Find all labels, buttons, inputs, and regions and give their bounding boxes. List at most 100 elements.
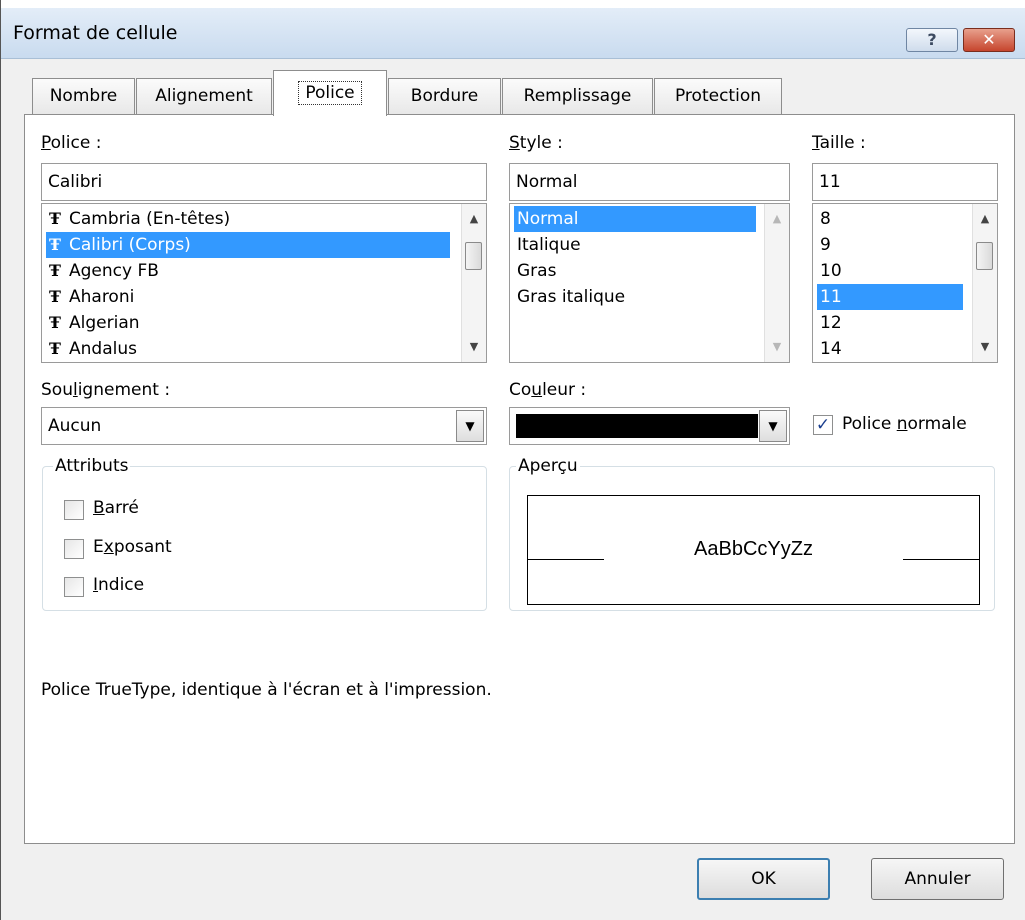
style-listbox[interactable]: Normal Italique Gras Gras italique ▲ ▼ bbox=[509, 203, 790, 363]
strikethrough-checkbox[interactable] bbox=[64, 500, 84, 520]
dialog-title: Format de cellule bbox=[13, 22, 178, 44]
title-bar[interactable]: Format de cellule ? ✕ bbox=[1, 8, 1025, 59]
cancel-button[interactable]: Annuler bbox=[871, 858, 1004, 900]
list-item-label: 11 bbox=[820, 287, 842, 307]
style-label: Style : bbox=[509, 133, 563, 153]
list-item[interactable]: Gras italique bbox=[514, 284, 756, 310]
style-label-text: tyle : bbox=[519, 133, 563, 153]
top-strip bbox=[1, 0, 1025, 8]
help-button[interactable]: ? bbox=[906, 28, 958, 52]
list-item[interactable]: Ŧ Cambria (En-têtes) bbox=[46, 206, 450, 232]
list-item-label: Gras italique bbox=[517, 287, 626, 307]
scrollbar-thumb[interactable] bbox=[976, 242, 993, 270]
ok-button[interactable]: OK bbox=[697, 858, 830, 900]
truetype-icon: Ŧ bbox=[49, 287, 61, 306]
scroll-up-icon[interactable]: ▲ bbox=[973, 208, 997, 230]
list-item-label: 12 bbox=[820, 313, 842, 333]
scroll-down-icon[interactable]: ▼ bbox=[462, 336, 486, 358]
list-item-label: 8 bbox=[820, 209, 831, 229]
tab-bordure[interactable]: Bordure bbox=[388, 78, 501, 114]
close-button[interactable]: ✕ bbox=[963, 28, 1015, 52]
list-item-selected[interactable]: 11 bbox=[817, 284, 963, 310]
font-style-input[interactable]: Normal bbox=[509, 163, 790, 201]
list-item[interactable]: 9 bbox=[817, 232, 963, 258]
subscript-label[interactable]: Indice bbox=[93, 575, 144, 595]
strikethrough-label[interactable]: Barré bbox=[93, 498, 139, 518]
list-item-label: Andalus bbox=[69, 339, 137, 359]
size-label: Taille : bbox=[812, 133, 866, 153]
font-scrollbar[interactable]: ▲ ▼ bbox=[461, 204, 486, 362]
font-description: Police TrueType, identique à l'écran et … bbox=[41, 680, 492, 700]
list-item-label: Calibri (Corps) bbox=[69, 235, 191, 255]
normal-font-checkbox[interactable]: ✓ bbox=[813, 415, 833, 435]
scroll-up-icon[interactable]: ▲ bbox=[765, 208, 789, 230]
font-size-input[interactable]: 11 bbox=[812, 163, 998, 201]
font-label-text: olice : bbox=[50, 133, 102, 153]
preview-baseline-right bbox=[903, 559, 979, 560]
list-item-selected[interactable]: Normal bbox=[514, 206, 756, 232]
help-icon: ? bbox=[927, 30, 937, 49]
tab-remplissage[interactable]: Remplissage bbox=[502, 78, 653, 114]
size-label-accesskey: T bbox=[812, 133, 820, 153]
scroll-down-icon[interactable]: ▼ bbox=[973, 336, 997, 358]
list-item[interactable]: Ŧ Aharoni bbox=[46, 284, 450, 310]
normal-font-label-accesskey: n bbox=[896, 414, 908, 434]
tab-nombre[interactable]: Nombre bbox=[32, 78, 135, 114]
list-item[interactable]: 8 bbox=[817, 206, 963, 232]
scroll-up-icon[interactable]: ▲ bbox=[462, 208, 486, 230]
chevron-down-icon[interactable]: ▼ bbox=[759, 410, 787, 442]
list-item[interactable]: Ŧ Agency FB bbox=[46, 258, 450, 284]
format-cells-dialog: Format de cellule ? ✕ Nombre Alignement … bbox=[0, 0, 1025, 920]
font-color-select[interactable]: ▼ bbox=[509, 407, 790, 445]
color-label-accesskey: u bbox=[531, 380, 543, 400]
list-item-selected[interactable]: Ŧ Calibri (Corps) bbox=[46, 232, 450, 258]
list-item[interactable]: Gras bbox=[514, 258, 756, 284]
font-name-input[interactable]: Calibri bbox=[41, 163, 487, 201]
superscript-checkbox[interactable] bbox=[64, 539, 84, 559]
superscript-label-before: E bbox=[93, 537, 104, 557]
style-label-accesskey: S bbox=[509, 133, 520, 153]
truetype-icon: Ŧ bbox=[49, 235, 61, 254]
size-listbox[interactable]: 8 9 10 11 12 14 ▲ ▼ bbox=[812, 203, 998, 363]
tab-label: Nombre bbox=[49, 86, 118, 106]
normal-font-label[interactable]: Police normale bbox=[842, 414, 967, 434]
list-item[interactable]: 12 bbox=[817, 310, 963, 336]
tab-alignement[interactable]: Alignement bbox=[136, 78, 272, 114]
underline-label: Soulignement : bbox=[41, 380, 170, 400]
size-label-text: aille : bbox=[819, 133, 866, 153]
tab-label: Alignement bbox=[155, 86, 253, 106]
font-name-value: Calibri bbox=[48, 172, 103, 192]
scroll-down-icon[interactable]: ▼ bbox=[765, 336, 789, 358]
truetype-icon: Ŧ bbox=[49, 313, 61, 332]
list-item-label: Italique bbox=[517, 235, 581, 255]
superscript-label[interactable]: Exposant bbox=[93, 537, 172, 557]
subscript-label-text: ndice bbox=[98, 575, 145, 595]
tab-label: Protection bbox=[674, 86, 761, 106]
checkmark-icon: ✓ bbox=[815, 415, 831, 435]
size-scrollbar[interactable]: ▲ ▼ bbox=[972, 204, 997, 362]
list-item[interactable]: 10 bbox=[817, 258, 963, 284]
list-item[interactable]: Ŧ Algerian bbox=[46, 310, 450, 336]
color-label: Couleur : bbox=[509, 380, 586, 400]
list-item[interactable]: 14 bbox=[817, 336, 963, 362]
list-item-label: Cambria (En-têtes) bbox=[69, 209, 231, 229]
color-label-text: Co bbox=[509, 380, 532, 400]
underline-select[interactable]: Aucun ▼ bbox=[41, 407, 487, 445]
list-item[interactable]: Ŧ Andalus bbox=[46, 336, 450, 362]
superscript-label-text: posant bbox=[113, 537, 172, 557]
font-listbox[interactable]: Ŧ Cambria (En-têtes) Ŧ Calibri (Corps) Ŧ Ag… bbox=[41, 203, 487, 363]
truetype-icon: Ŧ bbox=[49, 339, 61, 358]
tab-protection[interactable]: Protection bbox=[654, 78, 782, 114]
subscript-checkbox[interactable] bbox=[64, 577, 84, 597]
strikethrough-label-text: arré bbox=[104, 498, 139, 518]
style-scrollbar[interactable]: ▲ ▼ bbox=[764, 204, 789, 362]
list-item-label: Aharoni bbox=[69, 287, 135, 307]
list-item-label: 9 bbox=[820, 235, 831, 255]
list-item-label: Normal bbox=[517, 209, 579, 229]
preview-box: AaBbCcYyZz bbox=[527, 495, 980, 605]
list-item[interactable]: Italique bbox=[514, 232, 756, 258]
chevron-down-icon[interactable]: ▼ bbox=[456, 410, 484, 442]
font-size-value: 11 bbox=[819, 172, 841, 192]
scrollbar-thumb[interactable] bbox=[465, 242, 482, 270]
tab-police[interactable]: Police bbox=[273, 70, 387, 116]
